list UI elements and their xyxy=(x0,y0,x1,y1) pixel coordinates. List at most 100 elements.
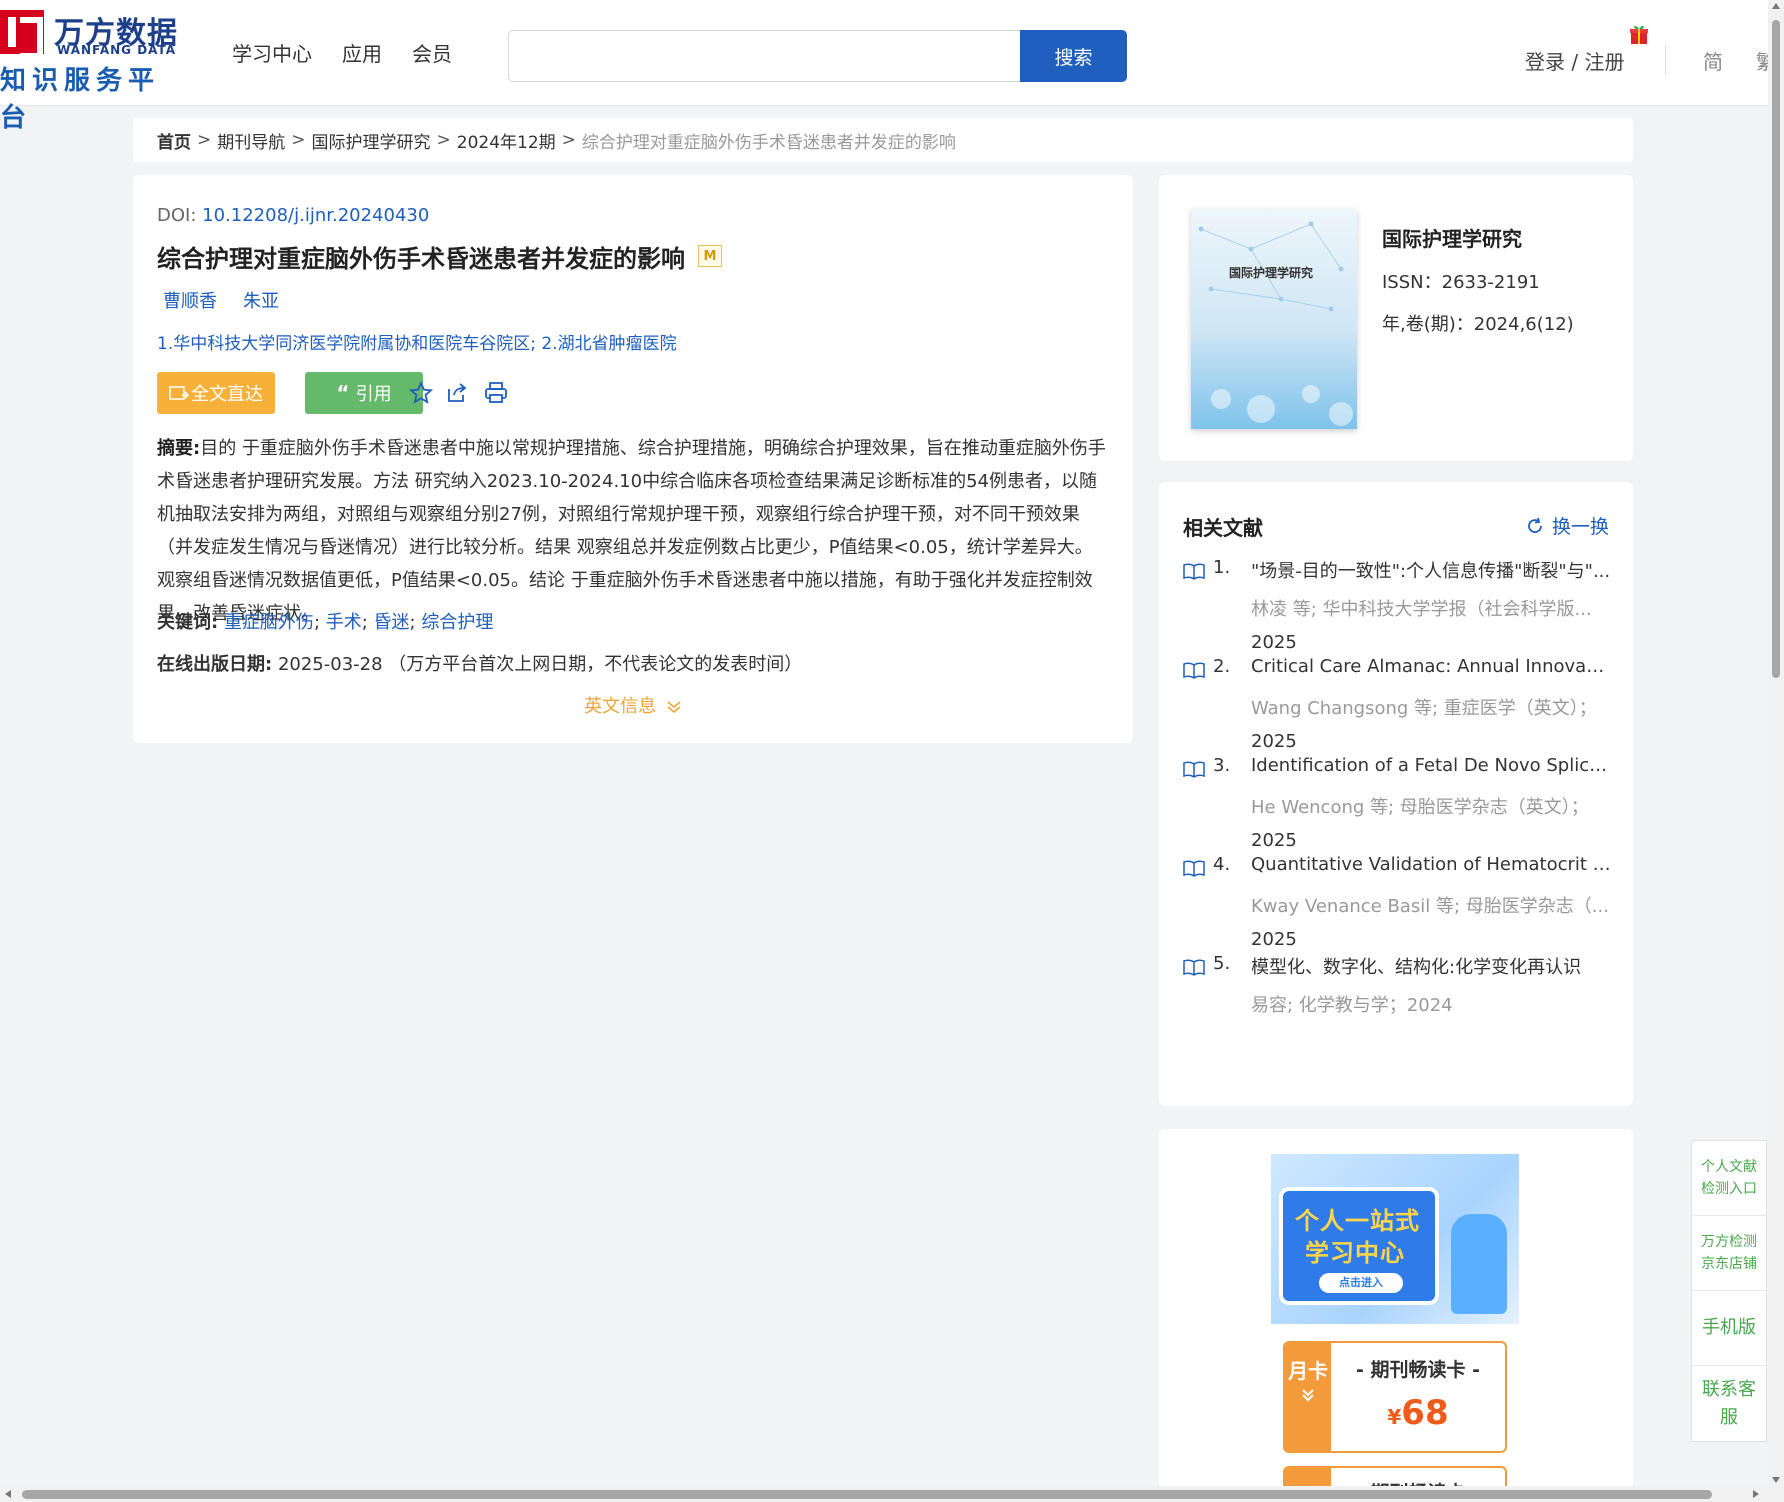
abstract: 摘要:目的 于重症脑外伤手术昏迷患者中施以常规护理措施、综合护理措施，明确综合护… xyxy=(157,432,1109,630)
scroll-up-arrow-icon[interactable] xyxy=(1772,3,1780,9)
scroll-down-arrow-icon[interactable] xyxy=(1772,1477,1780,1483)
related-item-meta: Wang Changsong 等; 重症医学（英文）； xyxy=(1251,698,1597,719)
nav-item-apps[interactable]: 应用 xyxy=(342,38,382,67)
abstract-text: 目的 于重症脑外伤手术昏迷患者中施以常规护理措施、综合护理措施，明确综合护理效果… xyxy=(157,438,1106,624)
related-literature-card: 相关文献 换一换 1. "场景-目的一致性":个人信息传播"断裂"与"... 林… xyxy=(1159,482,1633,1106)
breadcrumb-separator: > xyxy=(436,130,451,150)
promo-card: 个人一站式 学习中心 点击进入 月卡 - 期刊畅读卡 - ¥68 - 期刊畅读卡… xyxy=(1159,1129,1633,1502)
learning-center-banner[interactable]: 个人一站式 学习中心 点击进入 xyxy=(1271,1154,1519,1324)
book-icon xyxy=(1183,662,1205,679)
related-item-title[interactable]: Critical Care Almanac: Annual Innovation… xyxy=(1251,656,1611,677)
pubdate-value: 2025-03-28 xyxy=(277,654,383,675)
breadcrumb-issue[interactable]: 2024年12期 xyxy=(457,128,556,153)
author-link[interactable]: 曹顺香 xyxy=(163,287,217,313)
related-title: 相关文献 xyxy=(1183,516,1263,540)
article-title: 综合护理对重症脑外伤手术昏迷患者并发症的影响 xyxy=(157,245,685,273)
monthly-card-offer[interactable]: 月卡 - 期刊畅读卡 - ¥68 xyxy=(1283,1341,1507,1453)
offer-price-value: 68 xyxy=(1401,1393,1449,1433)
wanfang-logo[interactable]: 万方数据 WANFANG DATA 知识服务平台 xyxy=(0,10,190,133)
journal-name[interactable]: 国际护理学研究 xyxy=(1382,223,1522,252)
float-contact-service[interactable]: 联系客服 xyxy=(1692,1366,1766,1441)
chevron-down-icon xyxy=(667,701,681,714)
english-info-toggle[interactable]: 英文信息 xyxy=(133,692,1133,718)
related-item-meta: Kway Venance Basil 等; 母胎医学杂志（... xyxy=(1251,896,1609,917)
breadcrumb-current: 综合护理对重症脑外伤手术昏迷患者并发症的影响 xyxy=(581,132,956,153)
related-item-title[interactable]: 模型化、数字化、结构化:化学变化再认识 xyxy=(1251,953,1611,979)
offer-price: ¥68 xyxy=(1331,1393,1505,1433)
lang-traditional[interactable]: 繁 xyxy=(1756,46,1768,75)
cover-network-pattern xyxy=(1198,221,1353,426)
author-list: 曹顺香 朱亚 xyxy=(163,287,279,313)
publish-date: 在线出版日期: 2025-03-28 （万方平台首次上网日期，不代表论文的发表时… xyxy=(157,650,802,676)
breadcrumb-separator: > xyxy=(197,130,212,150)
affiliations[interactable]: 1.华中科技大学同济医学院附属协和医院车谷院区; 2.湖北省肿瘤医院 xyxy=(157,329,677,354)
related-num: 4. xyxy=(1213,854,1231,875)
related-num: 5. xyxy=(1213,953,1231,974)
doi-label: DOI: xyxy=(157,205,197,226)
cite-button[interactable]: “ 引用 xyxy=(305,372,423,414)
banner-figure-illustration xyxy=(1451,1214,1507,1314)
related-item-meta: He Wencong 等; 母胎医学杂志（英文）； xyxy=(1251,797,1589,818)
book-icon xyxy=(1183,563,1205,580)
login-register-link[interactable]: 登录 / 注册 xyxy=(1525,46,1624,75)
journal-issn: ISSN：2633-2191 xyxy=(1382,272,1540,293)
related-item-meta: 林凌 等; 华中科技大学学报（社会科学版... xyxy=(1251,599,1592,620)
search-input[interactable] xyxy=(508,30,1020,82)
journal-year-volume: 年,卷(期)：2024,6(12) xyxy=(1382,314,1574,335)
keyword-link[interactable]: 昏迷 xyxy=(374,612,410,633)
breadcrumb-journal-nav[interactable]: 期刊导航 xyxy=(217,128,285,153)
refresh-icon xyxy=(1528,517,1542,533)
breadcrumb-home[interactable]: 首页 xyxy=(157,128,191,153)
print-icon[interactable] xyxy=(483,380,509,406)
journal-cover[interactable]: 国际护理学研究 xyxy=(1191,209,1357,429)
horizontal-scrollbar[interactable] xyxy=(0,1486,1784,1502)
keyword-link[interactable]: 综合护理 xyxy=(421,612,493,633)
floating-side-panel: 个人文献检测入口 万方检测京东店铺 手机版 联系客服 xyxy=(1691,1140,1767,1442)
vertical-scrollbar[interactable] xyxy=(1768,0,1784,1486)
nav-item-learning-center[interactable]: 学习中心 xyxy=(232,38,312,67)
keywords-label: 关键词: xyxy=(157,612,219,633)
cover-title: 国际护理学研究 xyxy=(1229,266,1314,280)
fulltext-icon xyxy=(169,386,189,400)
lang-simplified[interactable]: 简 xyxy=(1703,46,1723,75)
main-nav: 学习中心 应用 会员 xyxy=(232,38,452,67)
float-plagiarism-check[interactable]: 个人文献检测入口 xyxy=(1692,1141,1766,1216)
site-header: 万方数据 WANFANG DATA 知识服务平台 学习中心 应用 会员 搜索 登… xyxy=(0,0,1768,133)
refresh-button[interactable]: 换一换 xyxy=(1526,512,1609,539)
author-link[interactable]: 朱亚 xyxy=(243,287,279,313)
doi-link[interactable]: 10.12208/j.ijnr.20240430 xyxy=(202,205,429,226)
book-icon xyxy=(1183,959,1205,976)
star-icon[interactable] xyxy=(408,380,434,406)
related-item-title[interactable]: "场景-目的一致性":个人信息传播"断裂"与"... xyxy=(1251,557,1611,583)
article-card: DOI: 10.12208/j.ijnr.20240430 综合护理对重症脑外伤… xyxy=(133,175,1133,743)
refresh-label: 换一换 xyxy=(1551,516,1609,538)
gift-icon[interactable] xyxy=(1629,23,1649,45)
horizontal-scroll-thumb[interactable] xyxy=(22,1490,1712,1499)
fulltext-button[interactable]: 全文直达 xyxy=(157,372,275,414)
float-mobile-version[interactable]: 手机版 xyxy=(1692,1291,1766,1366)
related-item-year: 2025 xyxy=(1251,632,1297,653)
m-badge-icon[interactable]: M xyxy=(698,245,722,267)
banner-enter-button[interactable]: 点击进入 xyxy=(1319,1273,1403,1293)
vertical-scroll-thumb[interactable] xyxy=(1772,20,1780,678)
share-icon[interactable] xyxy=(444,380,470,406)
search-button[interactable]: 搜索 xyxy=(1020,30,1127,82)
scroll-left-arrow-icon[interactable] xyxy=(5,1490,11,1498)
scroll-right-arrow-icon[interactable] xyxy=(1753,1490,1759,1498)
keyword-link[interactable]: 重症脑外伤 xyxy=(224,612,314,633)
cite-label: 引用 xyxy=(355,384,392,405)
book-icon xyxy=(1183,860,1205,877)
float-jd-store[interactable]: 万方检测京东店铺 xyxy=(1692,1216,1766,1291)
logo-mark-icon xyxy=(0,10,44,59)
book-icon xyxy=(1183,761,1205,778)
related-item-title[interactable]: Identification of a Fetal De Novo Splice… xyxy=(1251,755,1611,776)
nav-item-membership[interactable]: 会员 xyxy=(412,38,452,67)
breadcrumb-journal[interactable]: 国际护理学研究 xyxy=(312,128,431,153)
keyword-link[interactable]: 手术 xyxy=(326,612,362,633)
fulltext-label: 全文直达 xyxy=(191,384,263,405)
related-item-title[interactable]: Quantitative Validation of Hematocrit Pe… xyxy=(1251,854,1611,875)
related-item-meta: 易容; 化学教与学；2024 xyxy=(1251,995,1453,1016)
related-item-year: 2025 xyxy=(1251,731,1297,752)
breadcrumb-separator: > xyxy=(561,130,576,150)
related-num: 1. xyxy=(1213,557,1231,578)
